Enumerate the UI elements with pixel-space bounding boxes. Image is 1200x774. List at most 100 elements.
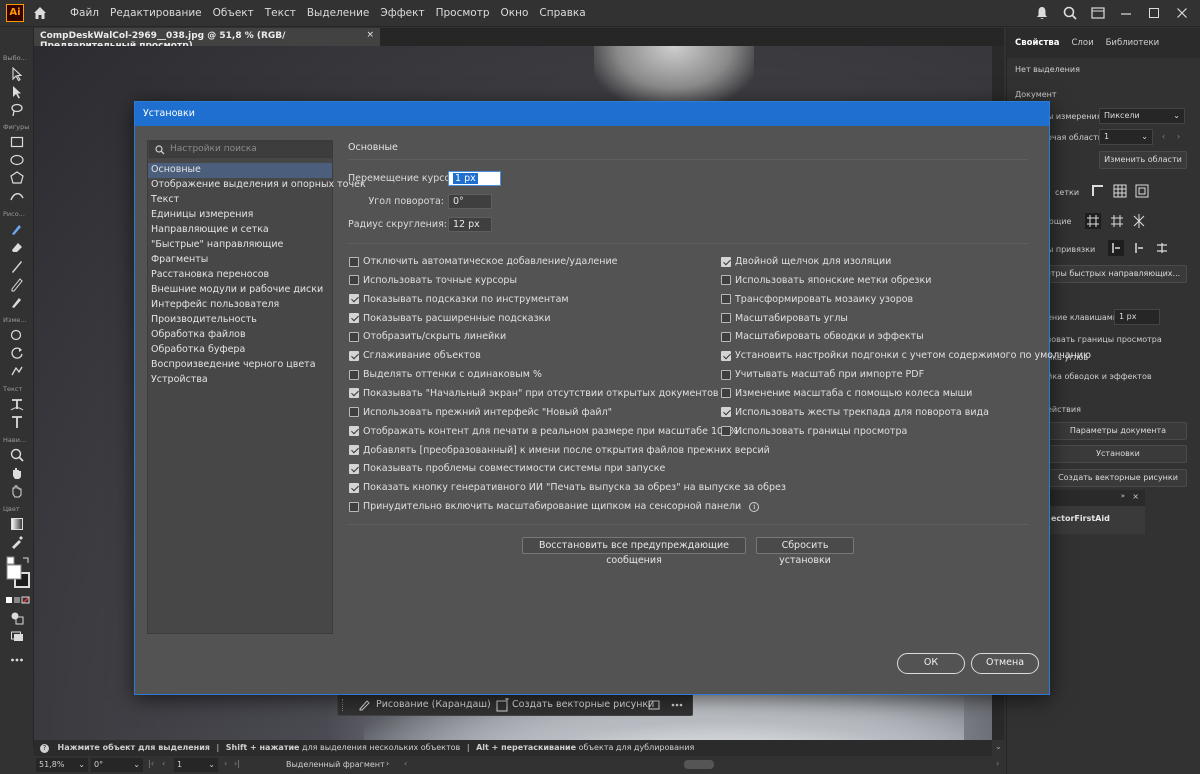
tab-layers[interactable]: Слои — [1072, 38, 1094, 48]
category-selection-display[interactable]: Отображение выделения и опорных точек — [148, 178, 366, 193]
artboard-number-field[interactable]: 1 ⌄ — [174, 758, 218, 772]
preference-checkbox[interactable]: Использовать жесты трекпада для поворота… — [721, 407, 989, 418]
pencil-tool-icon[interactable] — [9, 276, 25, 292]
menu-type[interactable]: Текст — [265, 7, 296, 19]
checkbox-checked[interactable] — [349, 445, 359, 455]
category-units[interactable]: Единицы измерения — [148, 208, 332, 223]
prev-artboard-icon[interactable]: ‹ — [162, 759, 165, 768]
rotate-tool-icon[interactable] — [9, 345, 25, 361]
category-hyphenation[interactable]: Расстановка переносов — [148, 268, 332, 283]
cancel-button[interactable]: Отмена — [971, 653, 1039, 674]
preference-checkbox[interactable]: Установить настройки подгонки с учетом с… — [721, 350, 1091, 361]
maximize-icon[interactable] — [1146, 5, 1162, 21]
polygon-tool-icon[interactable] — [9, 170, 25, 186]
category-type[interactable]: Текст — [148, 193, 332, 208]
create-vector-label[interactable]: Создать векторные рисунки — [512, 699, 654, 710]
zoom-tool-icon[interactable] — [9, 447, 25, 463]
clear-guides-icon[interactable] — [1131, 213, 1147, 229]
preference-checkbox[interactable]: Отображать контент для печати в реальном… — [349, 426, 738, 437]
preferences-button[interactable]: Установки — [1049, 445, 1187, 463]
category-smart-guides[interactable]: "Быстрые" направляющие — [148, 238, 332, 253]
category-performance[interactable]: Производительность — [148, 313, 332, 328]
preference-checkbox[interactable]: Двойной щелчок для изоляции — [721, 256, 891, 267]
artboard-next-icon[interactable]: › — [1177, 132, 1180, 141]
checkbox-unchecked[interactable] — [721, 313, 731, 324]
grid-icon[interactable] — [1113, 184, 1127, 198]
preference-checkbox[interactable]: Сглаживание объектов — [349, 350, 481, 361]
rotation-field[interactable]: 0° ⌄ — [91, 758, 143, 772]
warp-tool-icon[interactable] — [9, 363, 25, 379]
hscroll-right-icon[interactable]: › — [996, 759, 999, 768]
direct-selection-tool-icon[interactable] — [9, 84, 25, 100]
tab-properties[interactable]: Свойства — [1015, 38, 1060, 48]
preference-checkbox[interactable]: Изменение масштаба с помощью колеса мыши — [721, 388, 972, 399]
checkbox-checked[interactable] — [349, 482, 359, 493]
draw-mode-label[interactable]: Рисование (Карандаш) — [376, 699, 491, 710]
gradient-tool-icon[interactable] — [9, 516, 25, 532]
minimize-icon[interactable] — [1118, 5, 1134, 21]
first-artboard-icon[interactable]: |‹ — [148, 759, 154, 768]
checkbox-unchecked[interactable] — [349, 331, 359, 342]
type-on-path-tool-icon[interactable] — [9, 396, 25, 412]
horizontal-scroll-thumb[interactable] — [684, 760, 714, 769]
info-icon[interactable]: i — [749, 501, 760, 512]
preference-checkbox[interactable]: Использовать прежний интерфейс "Новый фа… — [349, 407, 612, 418]
preference-checkbox[interactable]: Показывать расширенные подсказки — [349, 313, 551, 324]
preference-checkbox[interactable]: Трансформировать мозаику узоров — [721, 294, 913, 305]
color-mode-icon[interactable] — [5, 596, 31, 606]
preference-checkbox[interactable]: Отключить автоматическое добавление/удал… — [349, 256, 617, 267]
document-tab-close-icon[interactable]: × — [366, 30, 374, 40]
menu-view[interactable]: Просмотр — [436, 7, 490, 19]
show-guides-icon[interactable] — [1085, 213, 1101, 229]
fill-stroke-swatch-icon[interactable] — [5, 555, 31, 591]
preference-checkbox[interactable]: Использовать японские метки обрезки — [721, 275, 931, 286]
constrain-angle-input[interactable]: 0° — [448, 194, 492, 209]
next-artboard-icon[interactable]: › — [224, 759, 227, 768]
menu-select[interactable]: Выделение — [307, 7, 370, 19]
reset-warnings-button[interactable]: Восстановить все предупреждающие сообщен… — [522, 537, 746, 566]
menu-object[interactable]: Объект — [213, 7, 254, 19]
plugin-name[interactable]: ectorFirstAid — [1051, 514, 1110, 523]
category-devices[interactable]: Устройства — [148, 373, 332, 388]
preference-checkbox[interactable]: Отобразить/скрыть линейки — [349, 331, 506, 342]
preference-checkbox[interactable]: Выделять оттенки с одинаковым % — [349, 369, 542, 380]
transparency-grid-icon[interactable] — [1135, 184, 1149, 198]
checkbox-unchecked[interactable] — [721, 275, 731, 286]
create-vector-button[interactable]: Создать векторные рисунки — [1049, 469, 1187, 487]
checkbox-unchecked[interactable] — [349, 501, 359, 512]
eyedropper-tool-icon[interactable] — [9, 534, 25, 550]
document-tab[interactable]: CompDeskWalCol-2969__038.jpg @ 51,8 % (R… — [34, 28, 380, 51]
last-artboard-icon[interactable]: ›| — [234, 759, 240, 768]
checkbox-checked[interactable] — [721, 350, 731, 361]
menu-file[interactable]: Файл — [70, 7, 99, 19]
paintbrush-tool-icon[interactable] — [9, 258, 25, 274]
keyboard-increment-field[interactable]: 1 px — [1114, 309, 1160, 325]
screen-mode-icon[interactable] — [9, 628, 25, 644]
checkbox-unchecked[interactable] — [721, 388, 731, 399]
checkbox-checked[interactable] — [349, 294, 359, 305]
status-menu-icon[interactable]: › — [386, 759, 389, 768]
menu-help[interactable]: Справка — [539, 7, 585, 19]
checkbox-checked[interactable] — [349, 350, 359, 361]
zoom-field[interactable]: 51,8% ⌄ — [36, 758, 88, 772]
checkbox-checked[interactable] — [349, 313, 359, 324]
search-icon[interactable] — [1062, 5, 1078, 21]
workspace-icon[interactable] — [1090, 5, 1106, 21]
home-icon[interactable] — [32, 5, 48, 21]
document-setup-button[interactable]: Параметры документа — [1049, 422, 1187, 440]
snap-to-point-icon[interactable] — [1108, 240, 1124, 256]
preference-checkbox[interactable]: Показывать подсказки по инструментам — [349, 294, 569, 305]
category-black-appearance[interactable]: Воспроизведение черного цвета — [148, 358, 332, 373]
checkbox-unchecked[interactable] — [721, 426, 731, 437]
category-clipboard[interactable]: Обработка буфера — [148, 343, 332, 358]
checkbox-checked[interactable] — [349, 388, 359, 399]
hscroll-left-icon[interactable]: ‹ — [404, 759, 407, 768]
collapse-icon[interactable]: » — [1121, 492, 1125, 500]
keyboard-increment-input[interactable]: 1 px — [448, 171, 501, 186]
scroll-down-icon[interactable]: ⌄ — [995, 742, 1002, 751]
category-slices[interactable]: Фрагменты — [148, 253, 332, 268]
pen-tool-icon[interactable] — [9, 221, 25, 237]
smart-guides-params-button[interactable]: метры быстрых направляющих... — [1033, 265, 1187, 283]
shaper-tool-icon[interactable] — [9, 188, 25, 204]
category-guides-grid[interactable]: Направляющие и сетка — [148, 223, 332, 238]
